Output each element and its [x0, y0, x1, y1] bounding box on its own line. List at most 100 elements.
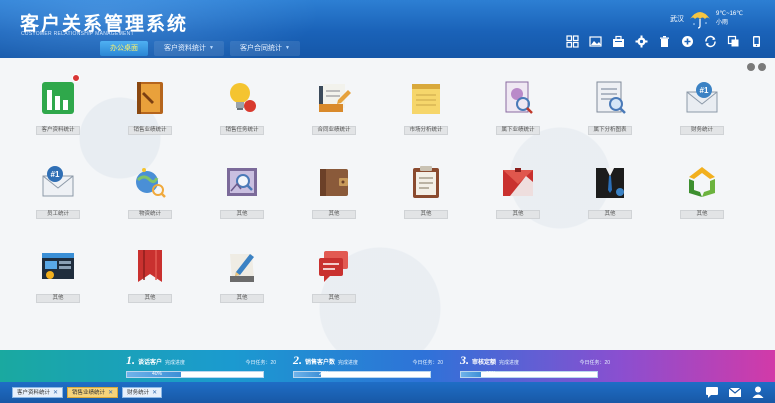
close-icon[interactable]: ✕	[53, 388, 58, 398]
task-customer-stats[interactable]: 客户资料统计 ✕	[12, 387, 64, 398]
module-label: 属下分析图表	[588, 126, 632, 135]
mail-icon[interactable]	[728, 385, 742, 399]
notebook-icon	[130, 78, 170, 118]
gear-icon[interactable]	[635, 35, 648, 48]
progress-label: 15%	[485, 371, 496, 377]
refresh-icon[interactable]	[704, 35, 717, 48]
web-window-icon	[38, 246, 78, 286]
umbrella-icon	[688, 8, 712, 30]
module-label: 销售任务统计	[220, 126, 264, 135]
module-other-10[interactable]: 其他	[304, 244, 364, 306]
notepad-icon	[406, 78, 446, 118]
task-sales-performance[interactable]: 销售业绩统计 ✕	[67, 387, 119, 398]
clipboard-icon	[406, 162, 446, 202]
module-label: 其他	[312, 210, 356, 219]
stat-talk-customers: 1. 谈话客户 完成进度 今日任务：20 40%	[126, 353, 276, 379]
mail-number-icon: #1	[38, 162, 78, 202]
stat-sub: 完成进度	[499, 360, 520, 366]
stat-today: 今日任务：20	[245, 360, 276, 366]
wallet-icon	[314, 162, 354, 202]
close-dot-icon[interactable]	[758, 63, 766, 71]
weather-temp: 9℃~16℃	[716, 11, 743, 17]
module-other-2[interactable]: 其他	[304, 160, 364, 222]
module-other-5[interactable]: 其他	[580, 160, 640, 222]
close-icon[interactable]: ✕	[152, 388, 157, 398]
module-label: 其他	[36, 294, 80, 303]
chat-icon[interactable]	[705, 385, 719, 399]
module-label: 其他	[312, 294, 356, 303]
task-progress-bar: 1. 谈话客户 完成进度 今日任务：20 40% 2. 销售客户数 完成进度 今…	[0, 350, 775, 382]
module-other-6[interactable]: 其他	[672, 160, 732, 222]
task-label: 客户资料统计	[17, 389, 51, 396]
image-icon[interactable]	[589, 35, 602, 48]
plus-circle-icon[interactable]	[681, 35, 694, 48]
caret-down-icon: ▼	[284, 45, 290, 51]
module-label: 属下业绩统计	[496, 126, 540, 135]
module-other-1[interactable]: 其他	[212, 160, 272, 222]
caret-down-icon: ▼	[209, 45, 214, 51]
settings-dot-icon[interactable]	[747, 63, 755, 71]
close-icon[interactable]: ✕	[108, 388, 113, 398]
progress-label: 40%	[151, 371, 162, 377]
weather-city: 武汉	[670, 16, 684, 23]
copy-icon[interactable]	[727, 35, 740, 48]
globe-search-icon	[130, 162, 170, 202]
svg-text:#1: #1	[51, 170, 60, 179]
tab-label: 客户合同统计	[239, 45, 282, 52]
grid-icon[interactable]	[566, 35, 579, 48]
module-contract-performance[interactable]: 合同业绩统计	[304, 76, 364, 138]
module-other-9[interactable]: 其他	[212, 244, 272, 306]
suit-icon	[590, 162, 630, 202]
module-market-analysis[interactable]: 市场分析统计	[396, 76, 456, 138]
weather-info: 9℃~16℃ 小雨	[716, 10, 743, 28]
trash-icon[interactable]	[658, 35, 671, 48]
photo-search-icon	[222, 162, 262, 202]
module-label: 合同业绩统计	[312, 126, 356, 135]
stat-title: 谈话客户	[138, 360, 163, 366]
module-sales-performance[interactable]: 销售业绩统计	[120, 76, 180, 138]
stat-audit-quota: 3. 审核定额 完成进度 今日任务：20 15%	[460, 353, 610, 379]
module-label: 其他	[680, 210, 724, 219]
open-windows: 客户资料统计 ✕ 销售业绩统计 ✕ 财务统计 ✕	[12, 387, 163, 398]
task-label: 销售业绩统计	[72, 389, 106, 396]
module-label: 其他	[588, 210, 632, 219]
user-icon[interactable]	[751, 385, 765, 399]
module-other-8[interactable]: 其他	[120, 244, 180, 306]
desktop-area: 客户资料统计 销售业绩统计 销售任务统计 合同业绩统计 市场分析统计 属下业绩统…	[0, 58, 775, 350]
module-subordinate-charts[interactable]: 属下分析图表	[580, 76, 640, 138]
module-materials-stats[interactable]: 物资统计	[120, 160, 180, 222]
tab-office-desktop[interactable]: 办公桌面	[100, 41, 148, 56]
header-toolbar	[566, 35, 763, 48]
task-finance-stats[interactable]: 财务统计 ✕	[122, 387, 163, 398]
module-other-7[interactable]: 其他	[28, 244, 88, 306]
stat-sub: 完成进度	[165, 360, 186, 366]
red-envelope-icon	[498, 162, 538, 202]
stat-number: 1.	[126, 353, 135, 367]
module-other-4[interactable]: 其他	[488, 160, 548, 222]
module-sales-tasks[interactable]: 销售任务统计	[212, 76, 272, 138]
module-label: 客户资料统计	[36, 126, 80, 135]
module-staff-stats[interactable]: #1 员工统计	[28, 160, 88, 222]
bottom-taskbar: 客户资料统计 ✕ 销售业绩统计 ✕ 财务统计 ✕	[0, 382, 775, 403]
module-customer-stats[interactable]: 客户资料统计	[28, 74, 88, 138]
module-finance-stats[interactable]: #1 财务统计	[672, 76, 732, 138]
pencil-paper-icon	[222, 246, 262, 286]
stat-sales-customers: 2. 销售客户数 完成进度 今日任务：20 20%	[293, 353, 443, 379]
progress-label: 20%	[318, 371, 329, 377]
stat-number: 2.	[293, 353, 302, 367]
document-search-icon	[498, 78, 538, 118]
tab-contract-stats[interactable]: 客户合同统计 ▼	[229, 41, 300, 56]
progress-bar: 15%	[460, 371, 598, 378]
tab-customer-stats[interactable]: 客户资料统计 ▼	[154, 41, 224, 56]
module-subordinate-performance[interactable]: 属下业绩统计	[488, 76, 548, 138]
briefcase-icon[interactable]	[612, 35, 625, 48]
app-subtitle: CUSTOMER RELATIONSHIP MANAGEMENT	[21, 31, 134, 37]
module-other-3[interactable]: 其他	[396, 160, 456, 222]
svg-text:#1: #1	[700, 86, 709, 95]
progress-bar: 20%	[293, 371, 431, 378]
tab-label: 办公桌面	[110, 45, 138, 52]
main-tabs: 办公桌面 客户资料统计 ▼ 客户合同统计 ▼	[100, 41, 300, 56]
module-label: 其他	[404, 210, 448, 219]
module-label: 员工统计	[36, 210, 80, 219]
phone-icon[interactable]	[750, 35, 763, 48]
